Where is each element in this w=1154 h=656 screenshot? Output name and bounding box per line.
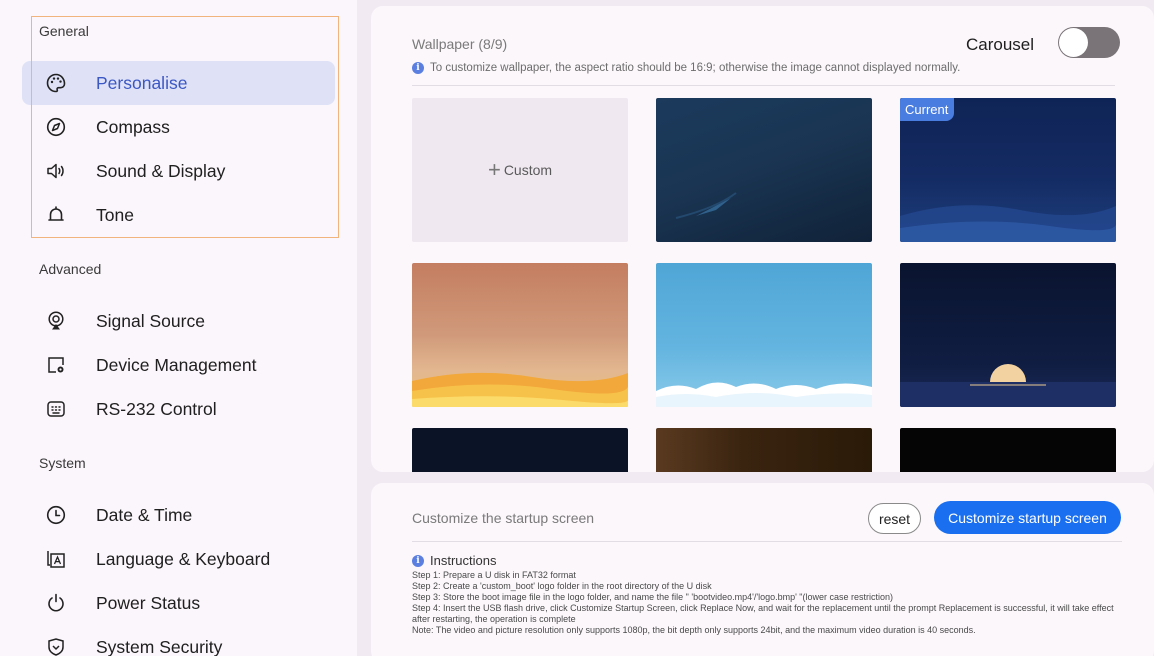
wallpaper-hint: i To customize wallpaper, the aspect rat… [412,62,960,74]
sidebar-item-label: Tone [96,205,134,225]
wallpaper-hint-text: To customize wallpaper, the aspect ratio… [430,62,961,74]
sidebar-item-label: Date & Time [96,505,193,525]
custom-wallpaper-button[interactable]: + Custom [412,98,628,242]
shield-icon [45,636,67,656]
current-badge: Current [900,98,955,121]
sidebar-item-power-status[interactable]: Power Status [22,581,335,625]
wallpaper-thumbnail[interactable] [900,263,1116,407]
language-icon [45,548,67,570]
bell-icon [45,204,67,226]
section-label-system: System [39,455,86,471]
sidebar-item-tone[interactable]: Tone [22,193,335,237]
sidebar: General Personalise Compass Sound & Disp… [0,0,357,656]
sidebar-item-label: System Security [96,637,223,656]
toggle-knob [1059,28,1088,57]
wallpaper-image [675,192,737,219]
sidebar-item-date-time[interactable]: Date & Time [22,493,335,537]
plus-icon: + [487,157,501,182]
wallpaper-title: Wallpaper (8/9) [412,36,508,52]
sidebar-item-device-management[interactable]: Device Management [22,343,335,387]
divider [412,85,1115,86]
wallpaper-image [900,364,1116,407]
sidebar-item-compass[interactable]: Compass [22,105,335,149]
startup-panel: Customize the startup screen reset Custo… [371,483,1154,656]
instruction-step: Step 3: Store the boot image file in the… [412,592,894,602]
wallpaper-thumbnail[interactable] [900,428,1116,472]
instruction-note: Note: The video and picture resolution o… [412,625,976,635]
instructions-title: Instructions [430,553,497,568]
sidebar-item-label: RS-232 Control [96,399,217,419]
sidebar-item-label: Device Management [96,355,257,375]
divider [412,541,1122,542]
wallpaper-thumbnail[interactable] [412,428,628,472]
power-icon [45,592,67,614]
instruction-step: Step 2: Create a 'custom_boot' logo fold… [412,581,712,591]
carousel-label: Carousel [966,35,1035,54]
sidebar-item-label: Compass [96,117,170,137]
carousel-toggle[interactable] [1058,27,1120,58]
sidebar-item-label: Power Status [96,593,201,613]
sidebar-item-rs232-control[interactable]: RS-232 Control [22,387,335,431]
section-label-general: General [39,23,89,39]
info-icon: i [412,554,424,567]
wallpaper-image [656,382,872,407]
keyboard-port-icon [45,398,67,420]
wallpaper-thumbnail[interactable] [656,98,872,242]
sidebar-item-sound-display[interactable]: Sound & Display [22,149,335,193]
info-icon: i [412,62,424,74]
compass-icon [45,116,67,138]
sidebar-item-label: Signal Source [96,311,205,331]
custom-label: Custom [503,162,553,178]
instructions-list: Step 1: Prepare a U disk in FAT32 format… [412,570,1122,636]
wallpaper-thumbnail[interactable] [656,428,872,472]
sidebar-item-language-keyboard[interactable]: Language & Keyboard [22,537,335,581]
customize-startup-button[interactable]: Customize startup screen [934,501,1121,534]
reset-button[interactable]: reset [868,503,921,534]
sidebar-item-label: Sound & Display [96,161,226,181]
sidebar-item-signal-source[interactable]: Signal Source [22,299,335,343]
instruction-step: Step 1: Prepare a U disk in FAT32 format [412,570,576,580]
wallpaper-thumbnail[interactable] [412,263,628,407]
sidebar-item-system-security[interactable]: System Security [22,625,335,656]
sidebar-item-label: Language & Keyboard [96,549,271,569]
speaker-icon [45,160,67,182]
section-label-advanced: Advanced [39,261,102,277]
wallpaper-image [412,372,628,407]
startup-title: Customize the startup screen [412,510,595,526]
instruction-step: Step 4: Insert the USB flash drive, clic… [412,603,1114,624]
wallpaper-thumbnail-current[interactable]: Current [900,98,1116,242]
sidebar-item-personalise[interactable]: Personalise [22,61,335,105]
palette-icon [45,72,67,94]
wallpaper-panel: Wallpaper (8/9) Carousel i To customize … [371,6,1154,472]
device-settings-icon [45,354,67,376]
instructions-heading: i Instructions [412,553,496,568]
sidebar-item-label: Personalise [96,73,188,93]
signal-icon [45,310,67,332]
wallpaper-thumbnail[interactable] [656,263,872,407]
clock-icon [45,504,67,526]
